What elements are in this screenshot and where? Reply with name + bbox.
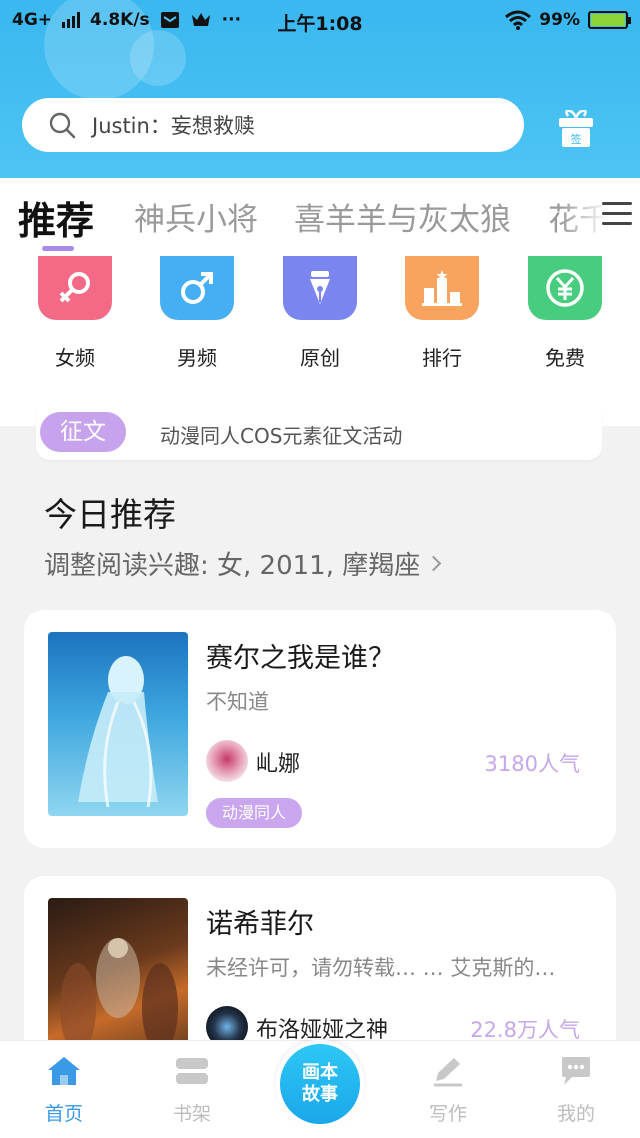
- book-desc: 未经许可，请勿转载… … 艾克斯的…: [206, 956, 556, 980]
- book-cover: [48, 632, 188, 816]
- category-grid: 女频 男频 原创 排行 免费: [0, 256, 640, 426]
- tab-xiyangyang[interactable]: 喜羊羊与灰太狼: [294, 194, 511, 239]
- male-icon: [160, 256, 234, 320]
- contest-badge: 征文: [40, 412, 126, 452]
- status-bar: 4G+ 4.8K/s ··· 上午1:08 99%: [0, 0, 640, 44]
- category-label: 排行: [422, 346, 462, 370]
- menu-icon[interactable]: [602, 202, 632, 228]
- book-card[interactable]: 赛尔之我是谁？ 不知道 乢娜 3180人气 动漫同人: [24, 610, 616, 848]
- cover-art-icon: [78, 656, 158, 808]
- category-label: 免费: [545, 346, 585, 370]
- category-male[interactable]: 男频: [152, 256, 242, 371]
- book-title: 诺希菲尔: [206, 909, 314, 940]
- app-header: 4G+ 4.8K/s ··· 上午1:08 99% Justin：妄想救赎 签: [0, 0, 640, 178]
- book-title: 赛尔之我是谁？: [206, 643, 395, 674]
- nav-label: 我的: [556, 1103, 595, 1125]
- interest-text: 调整阅读兴趣: 女, 2011, 摩羯座: [44, 551, 421, 581]
- nav-mine[interactable]: 我的: [536, 1055, 616, 1126]
- fab-label-line1: 画本: [302, 1062, 338, 1083]
- interest-adjust-link[interactable]: 调整阅读兴趣: 女, 2011, 摩羯座: [44, 545, 442, 582]
- search-bar[interactable]: Justin：妄想救赎: [22, 98, 524, 152]
- category-tabs: 推荐 神兵小将 喜羊羊与灰太狼 花千: [0, 178, 640, 256]
- tab-recommend[interactable]: 推荐: [18, 190, 94, 245]
- nav-shelf[interactable]: 书架: [152, 1055, 232, 1126]
- category-original[interactable]: 原创: [275, 256, 365, 371]
- contest-notice[interactable]: 征文 动漫同人COS元素征文活动: [36, 406, 602, 460]
- genre-tag[interactable]: 动漫同人: [206, 798, 303, 828]
- picture-story-button[interactable]: 画本 故事: [276, 1040, 364, 1128]
- podium-icon: [405, 256, 479, 320]
- nav-label: 写作: [428, 1103, 467, 1125]
- nav-home[interactable]: 首页: [24, 1055, 104, 1126]
- category-label: 原创: [300, 346, 340, 370]
- category-free[interactable]: 免费: [520, 256, 610, 371]
- yen-icon: [528, 256, 602, 320]
- active-tab-indicator: [42, 246, 74, 251]
- section-title: 今日推荐: [44, 495, 176, 534]
- wifi-icon: [505, 10, 532, 30]
- category-female[interactable]: 女频: [30, 256, 120, 371]
- svg-text:签: 签: [571, 132, 582, 146]
- category-label: 男频: [177, 346, 217, 370]
- battery-percent: 99%: [539, 10, 580, 30]
- notice-text: 动漫同人COS元素征文活动: [160, 424, 403, 448]
- chat-bubble-icon: [562, 1057, 590, 1085]
- chevron-right-icon: [425, 555, 442, 572]
- search-placeholder: Justin：妄想救赎: [92, 114, 255, 138]
- home-icon: [48, 1057, 80, 1085]
- search-icon: [49, 112, 76, 139]
- battery-icon: [588, 11, 631, 29]
- fab-label-line2: 故事: [302, 1084, 338, 1105]
- female-icon: [38, 256, 112, 320]
- nav-write[interactable]: 写作: [408, 1055, 488, 1126]
- book-desc: 不知道: [206, 690, 269, 714]
- nav-label: 书架: [172, 1103, 211, 1125]
- popularity: 3180人气: [484, 752, 580, 776]
- pencil-icon: [434, 1058, 462, 1087]
- author-avatar: [206, 740, 248, 782]
- author-name: 乢娜: [256, 752, 301, 777]
- category-label: 女频: [55, 346, 95, 370]
- pen-icon: [283, 256, 357, 320]
- bookshelf-icon: [176, 1058, 208, 1084]
- gift-sign-icon[interactable]: 签: [556, 110, 596, 148]
- category-ranking[interactable]: 排行: [397, 256, 487, 371]
- nav-label: 首页: [44, 1103, 83, 1125]
- tab-shenbing[interactable]: 神兵小将: [134, 194, 258, 239]
